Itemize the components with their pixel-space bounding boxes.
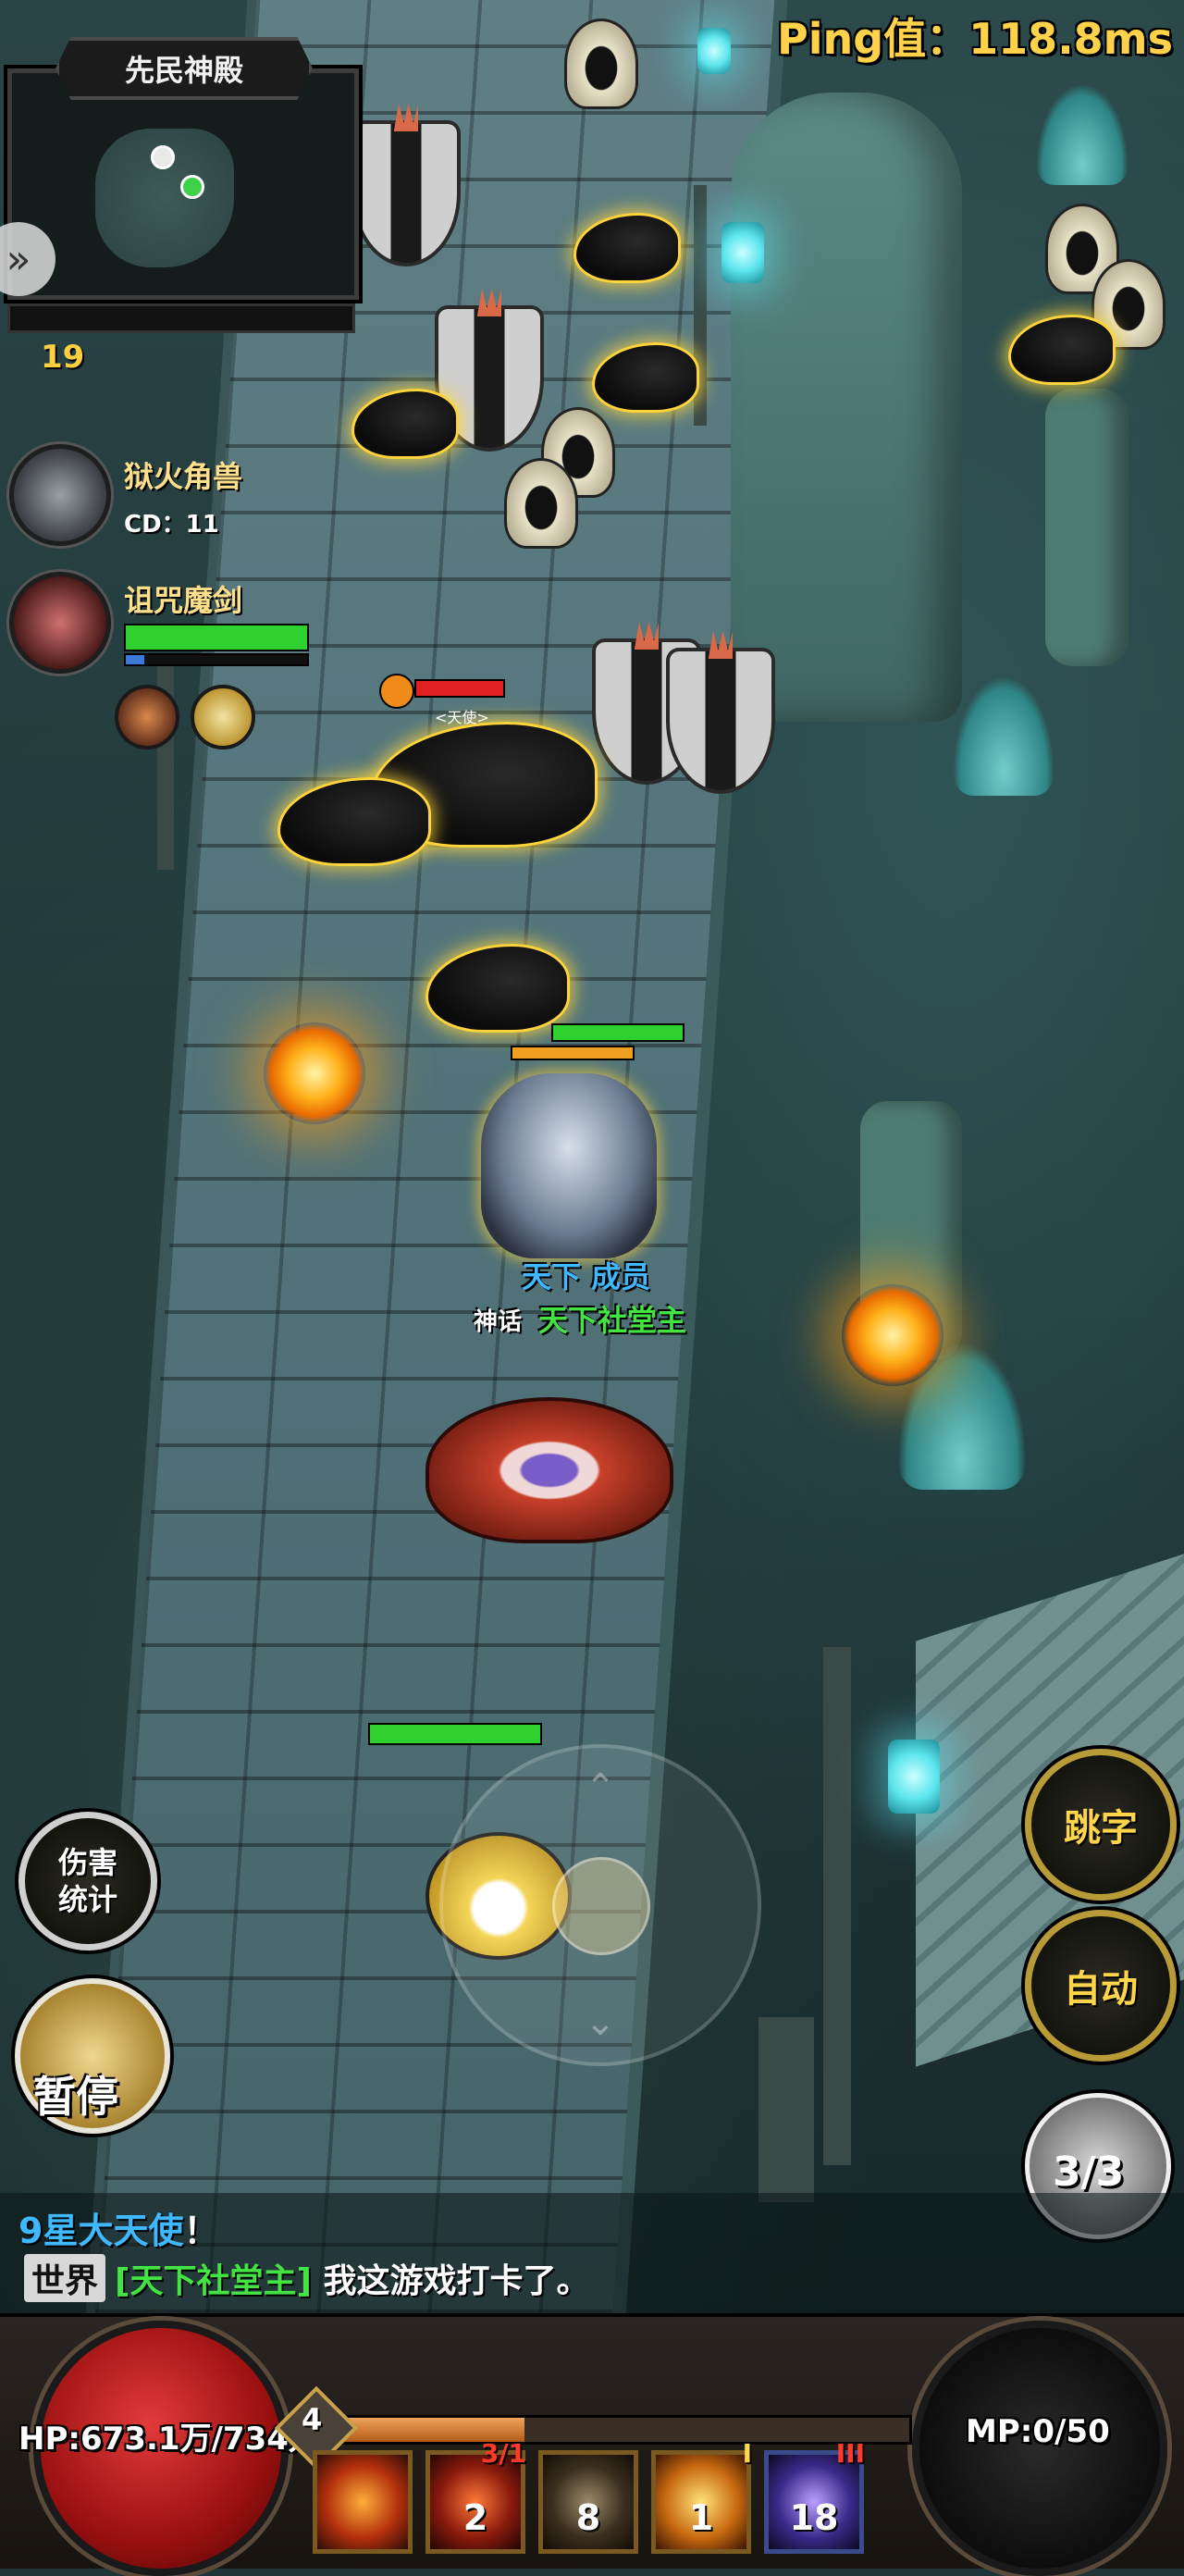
hooded-cultist-enemy[interactable]: [564, 19, 638, 109]
fire-orb-projectile: [264, 1022, 365, 1124]
hooded-cultist-enemy[interactable]: [504, 458, 578, 549]
hp-readout: HP:673.1万/734万: [18, 2421, 320, 2458]
skill-slot-2[interactable]: 2 3/1: [426, 2438, 526, 2554]
buff-name: 狱火角兽: [124, 459, 243, 494]
ally-avatar[interactable]: [115, 685, 179, 749]
shadow-hound-enemy[interactable]: [1008, 315, 1116, 385]
glowing-plant: [1036, 83, 1128, 185]
ping-readout: Ping值：118.8ms: [777, 14, 1173, 64]
map-level: 19: [41, 339, 85, 376]
skill-count: 8: [575, 2497, 601, 2538]
minimap[interactable]: [7, 68, 359, 300]
auto-battle-button[interactable]: 自动: [1025, 1910, 1177, 2062]
player-location-icon: [180, 175, 204, 199]
skill-badge: III: [835, 2438, 865, 2469]
hooded-statue: [731, 93, 962, 722]
beast-buff-avatar[interactable]: [9, 444, 111, 546]
chat-text: 我这游戏打卡了。: [323, 2262, 590, 2300]
rank-label: 神话: [474, 1308, 523, 1336]
skill-slot-4[interactable]: 1 I: [651, 2438, 752, 2554]
npc-location-icon: [151, 145, 175, 169]
chevron-down-icon: ⌄: [585, 2001, 616, 2044]
lantern-icon: [722, 222, 764, 283]
fire-orb-projectile: [842, 1284, 944, 1386]
gallows-post: [823, 1647, 851, 2165]
guild-title: 天下 成员: [522, 1259, 651, 1294]
tall-stone-pillar: [1045, 389, 1128, 666]
skill-count: 1: [688, 2497, 714, 2538]
shield-enemy[interactable]: [666, 648, 775, 794]
glowing-plant: [953, 675, 1054, 796]
player-name: 天下社堂主: [538, 1303, 687, 1338]
red-crab-pet[interactable]: [426, 1397, 673, 1543]
buff-cooldown: CD：11: [124, 511, 219, 539]
player-level: 4: [302, 2402, 323, 2437]
minimap-title: 先民神殿: [56, 37, 313, 100]
system-message-suffix: ！: [183, 2211, 219, 2251]
skill-badge: 3/1: [480, 2438, 526, 2469]
skill-slot-5[interactable]: 18 III: [764, 2438, 865, 2554]
lantern-icon: [888, 1740, 940, 1814]
skill-badge: I: [742, 2438, 752, 2469]
game-scene[interactable]: <天使> 天下 成员 神话 天下社堂主: [0, 0, 1184, 2565]
elite-enemy-hp-bar: [414, 679, 505, 698]
chat-channel-badge: 世界: [24, 2254, 106, 2302]
lantern-icon: [697, 28, 731, 74]
skill-count: 18: [789, 2497, 839, 2538]
player-knight-character[interactable]: [481, 1073, 657, 1258]
ally-avatar[interactable]: [191, 685, 255, 749]
stump-post: [758, 2017, 814, 2202]
player-hp-bar: [551, 1023, 684, 1042]
companion-hp-bar: [368, 1723, 542, 1745]
chevron-up-icon: ⌃: [585, 1766, 616, 1809]
pause-label: 暂停: [33, 2072, 118, 2122]
shield-enemy[interactable]: [352, 120, 461, 266]
joystick-knob[interactable]: [552, 1857, 650, 1955]
potion-count: 3/3: [1053, 2149, 1125, 2196]
skull-icon: [379, 674, 414, 709]
skill-slot-3[interactable]: 8: [538, 2450, 638, 2554]
damage-stats-button[interactable]: 伤害 统计: [18, 1812, 157, 1951]
buff-hp-bar: [124, 624, 309, 651]
system-message-text: 9星大天使: [18, 2211, 184, 2251]
skill-count: 2: [462, 2497, 488, 2538]
buff-mana-bar: [124, 653, 309, 666]
chat-speaker[interactable]: [天下社堂主]: [115, 2262, 312, 2300]
jump-text-button[interactable]: 跳字: [1025, 1749, 1177, 1901]
map-progress-bar: [7, 303, 355, 333]
experience-bar: [314, 2415, 912, 2445]
system-message: 9星大天使！: [18, 2202, 218, 2253]
skill-slot-1[interactable]: [313, 2450, 413, 2554]
elite-enemy-tag: <天使>: [435, 709, 489, 726]
cursed-sword-avatar[interactable]: [9, 572, 111, 674]
mp-readout: MP:0/50: [966, 2413, 1110, 2450]
chat-message: 世界 [天下社堂主] 我这游戏打卡了。: [24, 2254, 590, 2302]
virtual-joystick[interactable]: ⌃ ⌄: [439, 1744, 761, 2066]
buff-name: 诅咒魔剑: [124, 583, 243, 618]
player-energy-bar: [511, 1046, 635, 1060]
